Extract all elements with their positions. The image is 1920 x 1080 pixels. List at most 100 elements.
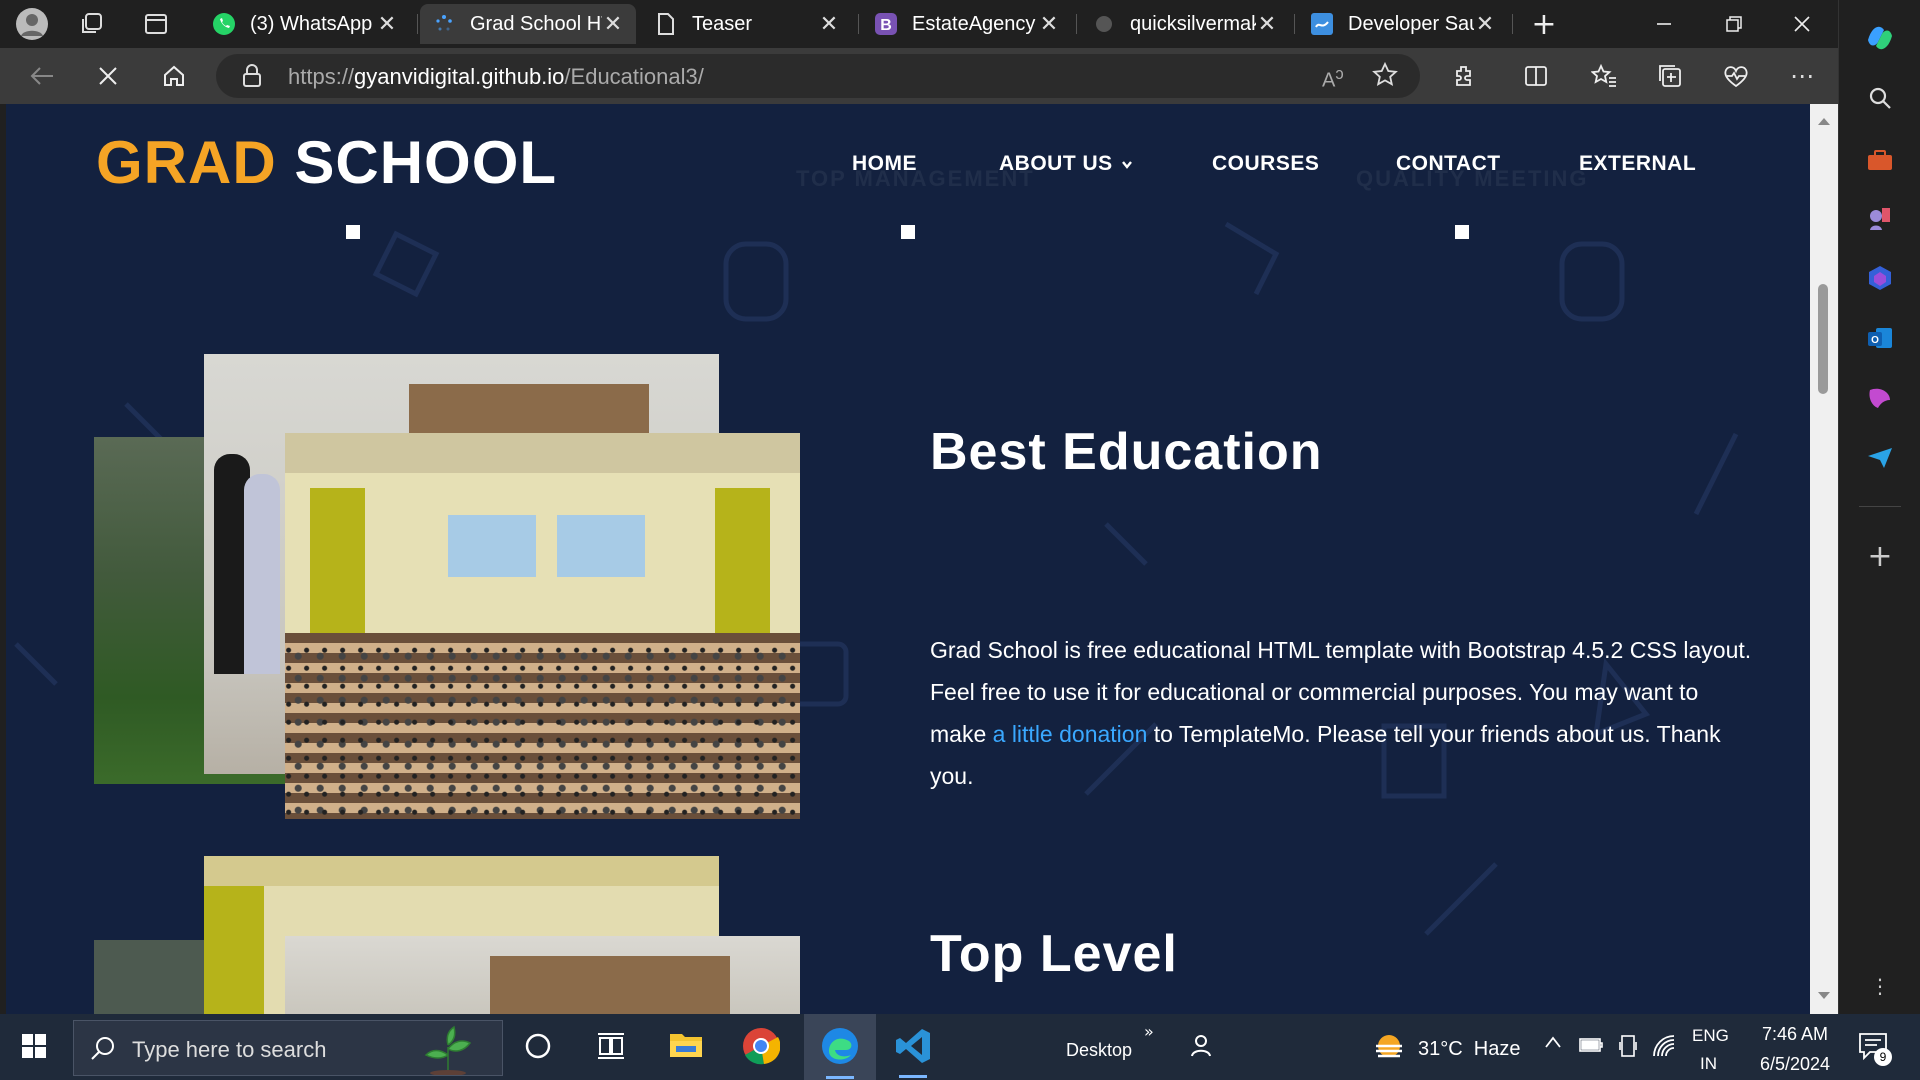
lock-icon[interactable] <box>242 64 262 92</box>
language-region[interactable]: IN <box>1700 1054 1717 1074</box>
browser-essentials-icon[interactable] <box>1718 58 1754 94</box>
tab-label: Grad School HTML <box>470 12 602 35</box>
read-aloud-icon[interactable]: Aↄ <box>1322 64 1344 93</box>
tab-label: Teaser <box>692 12 753 35</box>
whatsapp-icon <box>212 12 236 36</box>
favorites-icon[interactable] <box>1586 58 1622 94</box>
send-icon[interactable] <box>1860 438 1900 478</box>
tools-icon[interactable] <box>1860 140 1900 180</box>
clock-time[interactable]: 7:46 AM <box>1754 1024 1836 1045</box>
address-bar[interactable]: https://gyanvidigital.github.io/Educatio… <box>216 54 1420 98</box>
nav-home[interactable]: HOME <box>852 152 917 176</box>
close-icon[interactable]: ✕ <box>1256 11 1278 37</box>
nav-courses[interactable]: COURSES <box>1212 152 1319 176</box>
browser-tab-bar: (3) WhatsApp ✕ Grad School HTML ✕ Teaser… <box>0 0 1838 48</box>
bootstrap-icon: B <box>874 12 898 36</box>
games-icon[interactable] <box>1860 198 1900 238</box>
nav-contact[interactable]: CONTACT <box>1396 152 1501 176</box>
chevron-right-icon[interactable]: » <box>1144 1022 1154 1041</box>
nav-about-us-label: ABOUT US <box>999 152 1113 175</box>
chrome-icon[interactable] <box>742 1027 781 1069</box>
section-heading-best-education: Best Education <box>930 423 1323 481</box>
plant-icon <box>418 1025 478 1079</box>
task-view-icon[interactable] <box>596 1032 626 1064</box>
minimize-icon[interactable] <box>1646 6 1682 42</box>
tab-actions-icon[interactable] <box>138 6 174 42</box>
add-sidebar-app-plus-icon[interactable]: + <box>1860 536 1900 576</box>
language-code[interactable]: ENG <box>1692 1026 1729 1046</box>
notification-count-badge: 9 <box>1874 1048 1892 1066</box>
close-icon[interactable]: ✕ <box>1474 11 1496 37</box>
site-logo[interactable]: GRAD SCHOOL <box>96 128 557 197</box>
tab-estateagency[interactable]: B EstateAgency B ✕ <box>862 4 1072 44</box>
tab-label: quicksilvermak <box>1130 12 1256 35</box>
slider-dot-3[interactable] <box>1455 225 1469 239</box>
restore-icon[interactable] <box>1716 6 1752 42</box>
slider-dot-1[interactable] <box>346 225 360 239</box>
close-icon[interactable]: ✕ <box>376 11 398 37</box>
lecture-hall-photo <box>285 433 800 819</box>
tab-quicksilver[interactable]: quicksilvermak ✕ <box>1080 4 1290 44</box>
notifications-icon[interactable]: 9 <box>1858 1032 1892 1066</box>
back-arrow-icon[interactable] <box>24 58 60 94</box>
browser-toolbar: https://gyanvidigital.github.io/Educatio… <box>0 48 1838 104</box>
loading-icon <box>432 12 456 36</box>
extensions-icon[interactable] <box>1446 58 1482 94</box>
split-screen-icon[interactable] <box>1518 58 1554 94</box>
designer-icon[interactable] <box>1860 378 1900 418</box>
logo-part-grad: GRAD <box>96 129 277 196</box>
clock-date[interactable]: 6/5/2024 <box>1746 1054 1844 1075</box>
battery-icon[interactable] <box>1578 1036 1604 1058</box>
cortana-icon[interactable] <box>524 1032 552 1064</box>
sidebar-more-icon[interactable]: ⋮ <box>1860 966 1900 1006</box>
desktop-toolbar-label[interactable]: Desktop <box>1066 1040 1132 1061</box>
close-icon[interactable]: ✕ <box>602 11 624 37</box>
chevron-down-icon <box>1121 152 1133 176</box>
wifi-icon[interactable] <box>1652 1034 1676 1062</box>
file-explorer-icon[interactable] <box>668 1028 704 1064</box>
scrollbar-thumb[interactable] <box>1818 284 1828 394</box>
favorite-star-icon[interactable] <box>1372 61 1398 92</box>
tab-label: EstateAgency B <box>912 12 1038 35</box>
close-icon[interactable]: ✕ <box>1038 11 1060 37</box>
stop-loading-icon[interactable] <box>90 58 126 94</box>
profile-avatar-icon[interactable] <box>14 6 50 42</box>
vscode-icon[interactable] <box>894 1027 932 1078</box>
workspaces-icon[interactable] <box>74 6 110 42</box>
sidebar-search-icon[interactable] <box>1860 78 1900 118</box>
edge-sidebar: O + ⋮ <box>1838 0 1920 1014</box>
collections-icon[interactable] <box>1652 58 1688 94</box>
edge-taskbar-active[interactable] <box>804 1014 876 1080</box>
page-icon <box>654 12 678 36</box>
chevron-up-icon[interactable] <box>1544 1034 1562 1053</box>
tab-grad-school[interactable]: Grad School HTML ✕ <box>420 4 636 44</box>
tab-teaser[interactable]: Teaser ✕ <box>642 4 852 44</box>
tab-developer[interactable]: Developer Saur ✕ <box>1298 4 1508 44</box>
windows-start-icon[interactable] <box>20 1032 48 1064</box>
donation-link[interactable]: a little donation <box>993 721 1148 747</box>
nav-external[interactable]: EXTERNAL <box>1579 152 1696 176</box>
windows-taskbar: Type here to search Desktop » 31°C Haze … <box>0 1014 1920 1080</box>
new-tab-plus-icon[interactable]: + <box>1526 6 1562 42</box>
students-photo-2 <box>285 936 800 1014</box>
web-page: TOP MANAGEMENT QUALITY MEETING GRAD SCHO… <box>6 104 1810 1014</box>
weather-haze-icon[interactable] <box>1372 1032 1406 1066</box>
close-icon[interactable]: ✕ <box>818 11 840 37</box>
taskbar-search-box[interactable]: Type here to search <box>73 1020 503 1076</box>
slider-dot-2[interactable] <box>901 225 915 239</box>
microsoft-365-icon[interactable] <box>1860 258 1900 298</box>
window-close-icon[interactable] <box>1784 6 1820 42</box>
home-icon[interactable] <box>156 58 192 94</box>
tab-whatsapp[interactable]: (3) WhatsApp ✕ <box>200 4 410 44</box>
people-icon[interactable] <box>1188 1032 1214 1062</box>
device-icon[interactable] <box>1618 1034 1638 1062</box>
nav-about-us[interactable]: ABOUT US <box>999 152 1133 176</box>
page-scrollbar[interactable] <box>1810 104 1838 1014</box>
more-options-icon[interactable]: ⋯ <box>1784 58 1820 94</box>
copilot-icon[interactable] <box>1860 18 1900 58</box>
section-heading-top-level: Top Level <box>930 925 1178 983</box>
section-paragraph: Grad School is free educational HTML tem… <box>930 637 1752 789</box>
url-text: https://gyanvidigital.github.io/Educatio… <box>288 64 704 89</box>
weather-text[interactable]: 31°C Haze <box>1418 1038 1521 1061</box>
outlook-icon[interactable]: O <box>1860 318 1900 358</box>
